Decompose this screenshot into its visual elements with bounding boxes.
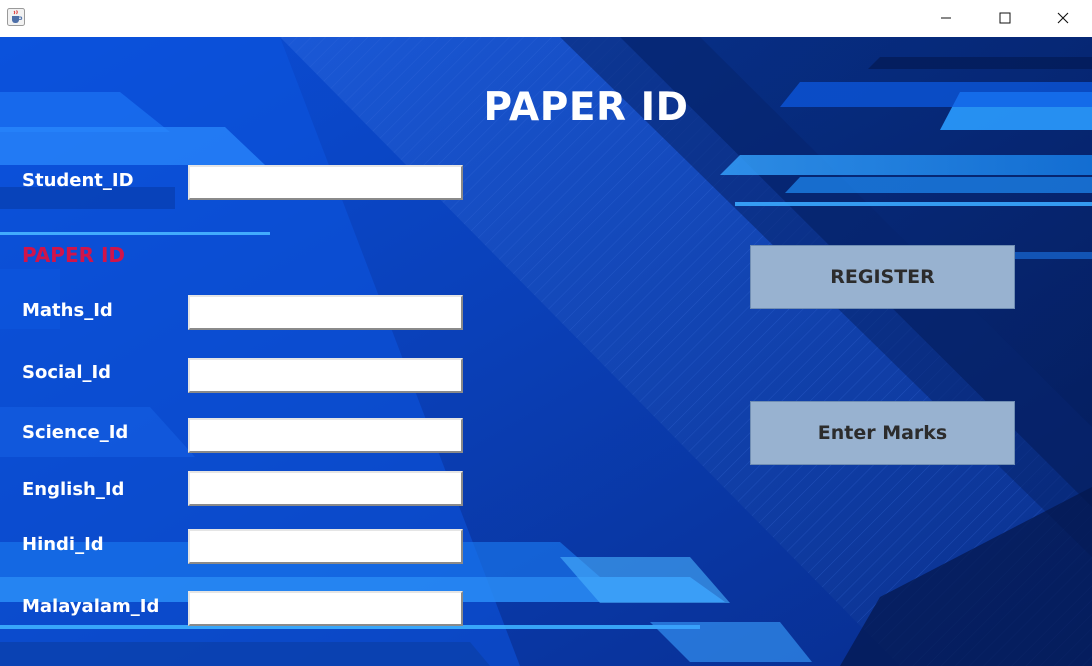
paper-id-section-label: PAPER ID <box>22 243 126 267</box>
maximize-icon <box>999 9 1011 28</box>
maximize-button[interactable] <box>976 0 1034 37</box>
maths-id-label: Maths_Id <box>22 300 113 321</box>
malayalam-id-label: Malayalam_Id <box>22 596 160 617</box>
malayalam-id-input[interactable] <box>188 591 463 626</box>
hindi-id-label: Hindi_Id <box>22 534 104 555</box>
java-cup-icon[interactable] <box>7 8 25 26</box>
english-id-input[interactable] <box>188 471 463 506</box>
science-id-input[interactable] <box>188 418 463 453</box>
minimize-icon <box>940 9 952 28</box>
science-id-label: Science_Id <box>22 422 129 443</box>
student-id-label: Student_ID <box>22 170 134 191</box>
student-id-input[interactable] <box>188 165 463 200</box>
maths-id-input[interactable] <box>188 295 463 330</box>
close-button[interactable] <box>1034 0 1092 37</box>
minimize-button[interactable] <box>917 0 975 37</box>
social-id-input[interactable] <box>188 358 463 393</box>
hindi-id-input[interactable] <box>188 529 463 564</box>
english-id-label: English_Id <box>22 479 125 500</box>
page-title: PAPER ID <box>483 85 689 130</box>
close-icon <box>1057 9 1069 28</box>
background-graphic <box>0 37 1092 666</box>
register-button[interactable]: REGISTER <box>750 245 1015 309</box>
enter-marks-button[interactable]: Enter Marks <box>750 401 1015 465</box>
social-id-label: Social_Id <box>22 362 112 383</box>
app-window: PAPER ID Student_ID PAPER ID Maths_Id So… <box>0 0 1092 666</box>
form-panel: PAPER ID Student_ID PAPER ID Maths_Id So… <box>0 37 1092 666</box>
title-bar <box>0 0 1092 37</box>
